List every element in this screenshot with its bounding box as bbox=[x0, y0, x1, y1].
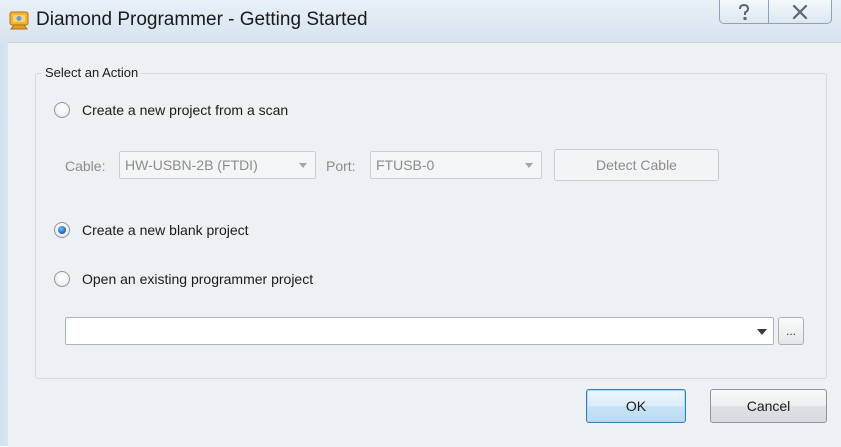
chevron-down-icon bbox=[757, 329, 767, 335]
project-path-combo[interactable] bbox=[65, 317, 774, 345]
close-button[interactable] bbox=[768, 0, 832, 24]
radio-existing[interactable] bbox=[54, 271, 70, 287]
dialog-client-area: Select an Action Create a new project fr… bbox=[8, 42, 841, 447]
dialog-window: Diamond Programmer - Getting Started Sel… bbox=[0, 0, 841, 447]
detect-cable-button[interactable]: Detect Cable bbox=[554, 149, 719, 181]
port-label: Port: bbox=[326, 158, 356, 174]
option-existing-label: Open an existing programmer project bbox=[82, 271, 314, 287]
ok-button[interactable]: OK bbox=[586, 389, 686, 423]
diamond-programmer-icon bbox=[8, 9, 30, 31]
option-existing[interactable]: Open an existing programmer project bbox=[54, 271, 313, 287]
cancel-button[interactable]: Cancel bbox=[710, 389, 827, 423]
cable-value: HW-USBN-2B (FTDI) bbox=[125, 157, 258, 173]
window-title: Diamond Programmer - Getting Started bbox=[36, 9, 368, 30]
cable-combo[interactable]: HW-USBN-2B (FTDI) bbox=[119, 151, 316, 179]
chevron-down-icon bbox=[299, 163, 307, 168]
radio-scan[interactable] bbox=[54, 102, 70, 118]
browse-button[interactable]: ... bbox=[778, 317, 804, 345]
cable-label: Cable: bbox=[65, 158, 106, 174]
help-button[interactable] bbox=[719, 0, 769, 24]
group-title: Select an Action bbox=[42, 65, 142, 81]
port-value: FTUSB-0 bbox=[376, 157, 435, 173]
radio-blank[interactable] bbox=[54, 222, 70, 238]
option-scan-label: Create a new project from a scan bbox=[82, 102, 289, 118]
chevron-down-icon bbox=[525, 163, 533, 168]
option-blank[interactable]: Create a new blank project bbox=[54, 222, 249, 238]
title-bar[interactable]: Diamond Programmer - Getting Started bbox=[0, 0, 841, 42]
option-scan[interactable]: Create a new project from a scan bbox=[54, 102, 288, 118]
port-combo[interactable]: FTUSB-0 bbox=[370, 151, 542, 179]
option-blank-label: Create a new blank project bbox=[82, 222, 249, 238]
